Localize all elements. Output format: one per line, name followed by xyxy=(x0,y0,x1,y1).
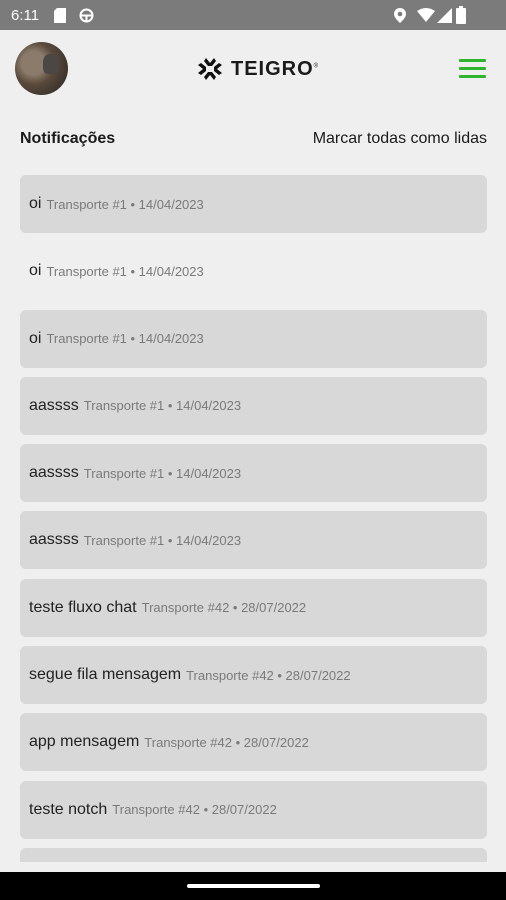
notification-message: teste fluxo chat xyxy=(29,598,137,616)
wifi-icon xyxy=(417,8,435,22)
notification-item[interactable]: oi Transporte #1 • 14/04/2023 xyxy=(20,242,487,300)
notification-message: aassss xyxy=(29,396,79,414)
notification-item[interactable]: oi Transporte #1 • 14/04/2023 xyxy=(20,175,487,233)
notification-item[interactable]: teste fluxo chat Transporte #42 • 28/07/2… xyxy=(20,578,487,637)
notifications-list: oi Transporte #1 • 14/04/2023 oi Transporte… xyxy=(20,175,487,862)
notification-meta: Transporte #42 • 28/07/2022 xyxy=(144,734,309,750)
notification-item[interactable]: oi Transporte #1 • 14/04/2023 xyxy=(20,309,487,368)
notification-message: oi xyxy=(29,195,42,212)
hamburger-menu-icon[interactable] xyxy=(459,59,486,81)
notification-item[interactable]: app mensagem Transporte #42 • 28/07/2022 xyxy=(20,713,487,772)
notifications-header: Notificações Marcar todas como lidas xyxy=(20,128,487,150)
notification-item[interactable] xyxy=(20,847,487,862)
notification-meta: Transporte #42 • 28/07/2022 xyxy=(186,667,351,683)
location-icon xyxy=(394,8,406,23)
teigro-logo-icon xyxy=(198,58,222,80)
notification-meta: Transporte #1 • 14/04/2023 xyxy=(46,263,204,279)
at-sign-icon xyxy=(79,8,94,23)
home-gesture-handle[interactable] xyxy=(187,884,320,888)
signal-icon xyxy=(437,8,452,23)
notification-item[interactable]: teste notch Transporte #42 • 28/07/2022 xyxy=(20,780,487,839)
battery-icon xyxy=(456,6,466,24)
notification-message: aassss xyxy=(29,531,79,549)
brand-name: TEIGRO® xyxy=(231,57,320,80)
brand-logo: TEIGRO® xyxy=(197,56,319,82)
notification-meta: Transporte #42 • 28/07/2022 xyxy=(112,802,277,818)
notification-item[interactable]: aassss Transporte #1 • 14/04/2023 xyxy=(20,376,487,435)
notification-meta: Transporte #1 • 14/04/2023 xyxy=(83,465,242,481)
notification-message: app mensagem xyxy=(29,733,140,751)
notification-message: teste notch xyxy=(29,800,108,818)
notification-meta: Transporte #1 • 14/04/2023 xyxy=(83,398,242,414)
status-bar: 6:11 xyxy=(0,0,506,30)
app-bar: TEIGRO® xyxy=(0,30,506,108)
notification-item[interactable]: aassss Transporte #1 • 14/04/2023 xyxy=(20,444,487,503)
notification-meta: Transporte #1 • 14/04/2023 xyxy=(46,331,204,347)
notification-meta: Transporte #1 • 14/04/2023 xyxy=(46,196,204,212)
notification-message: oi xyxy=(29,262,42,280)
avatar[interactable] xyxy=(15,42,68,95)
notification-item[interactable]: segue fila mensagem Transporte #42 • 28/0… xyxy=(20,646,487,705)
notification-item[interactable]: aassss Transporte #1 • 14/04/2023 xyxy=(20,511,487,570)
system-navigation-bar xyxy=(0,872,506,900)
notification-message: segue fila mensagem xyxy=(29,666,182,684)
sd-card-icon xyxy=(54,8,66,23)
notification-meta: Transporte #1 • 14/04/2023 xyxy=(83,532,242,548)
mark-all-read-button[interactable]: Marcar todas como lidas xyxy=(313,130,487,148)
notification-message: oi xyxy=(29,329,42,347)
notification-message: aassss xyxy=(29,464,79,482)
page-title: Notificações xyxy=(20,130,116,147)
status-time: 6:11 xyxy=(11,7,40,24)
notification-meta: Transporte #42 • 28/07/2022 xyxy=(141,600,307,616)
